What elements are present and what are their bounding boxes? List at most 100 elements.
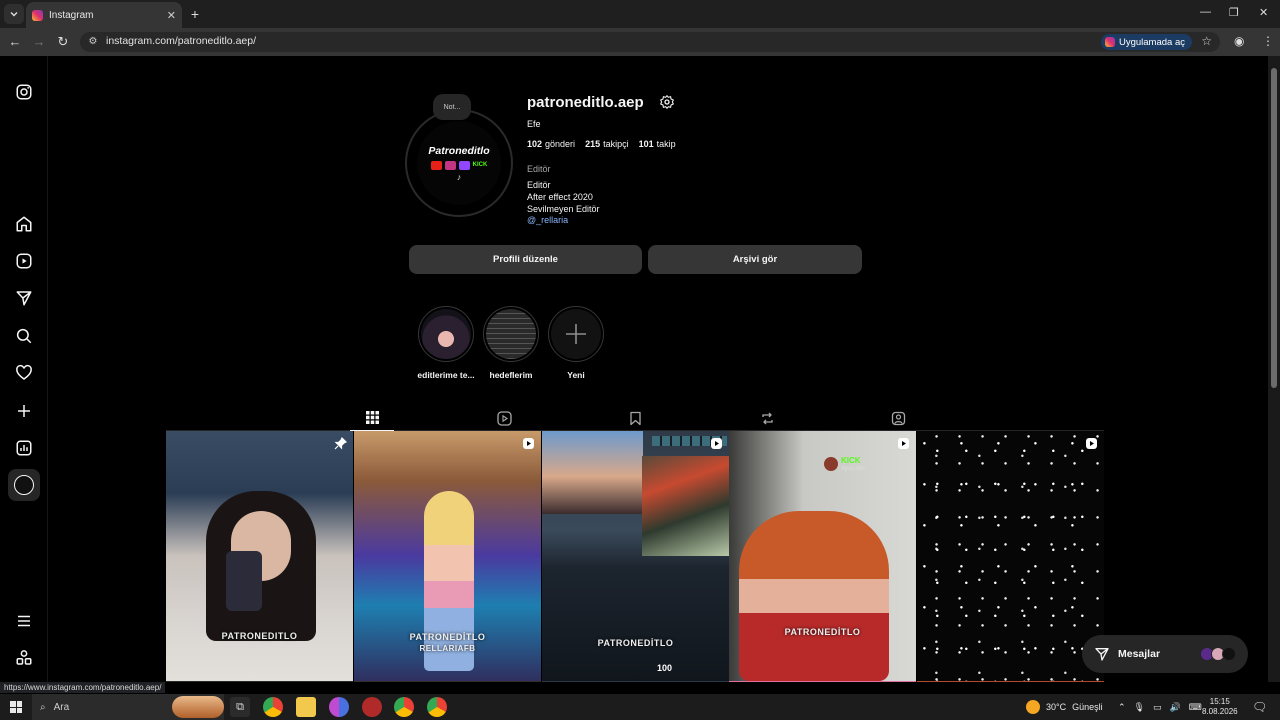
windows-start-icon[interactable] [10, 701, 22, 713]
tagged-user-icon [891, 411, 905, 425]
minimize-icon[interactable]: — [1200, 6, 1211, 18]
tab-posts-grid[interactable] [350, 405, 394, 431]
grid-post[interactable] [166, 681, 353, 682]
search-icon: ⌕ [40, 701, 46, 713]
direct-send-icon[interactable] [12, 286, 36, 310]
profile-account-icon[interactable]: ◉ [1234, 34, 1244, 48]
kick-badge: KICK [841, 456, 861, 465]
browser-tab-bar: Instagram ✕ + — ❐ ✕ [0, 0, 1280, 28]
chrome-icon[interactable] [427, 697, 447, 717]
reels-icon[interactable] [12, 249, 36, 273]
dashboard-icon[interactable] [12, 436, 36, 460]
profile-full-name: Efe [527, 119, 541, 129]
plus-icon [551, 309, 601, 359]
tile-caption: PATRONEDİTLO [784, 627, 861, 637]
open-in-app-button[interactable]: Uygulamada aç [1100, 34, 1192, 50]
clock[interactable]: 15:15 8.08.2026 [1202, 694, 1238, 720]
keyboard-icon[interactable]: ⌨ [1189, 702, 1202, 713]
chevron-up-icon[interactable]: ⌃ [1118, 702, 1126, 713]
instagram-icon [1104, 37, 1115, 47]
scrollbar-thumb[interactable] [1271, 68, 1277, 388]
site-settings-icon[interactable]: ⚙ [86, 35, 100, 49]
tiktok-icon: ♪ [456, 171, 462, 182]
create-plus-icon[interactable] [12, 399, 36, 423]
edit-profile-button[interactable]: Profili düzenle [409, 245, 642, 274]
instagram-page: Patroneditlo KICK ♪ Not... patroneditlo.… [0, 56, 1268, 682]
highlight-ring [418, 306, 474, 362]
back-arrow-icon[interactable]: ← [7, 34, 23, 50]
new-highlight-button[interactable]: Yeni [547, 306, 605, 380]
reload-icon[interactable]: ↻ [55, 34, 71, 50]
tab-title: Instagram [49, 9, 94, 21]
note-text: Not... [443, 103, 461, 111]
settings-gear-icon[interactable] [659, 94, 675, 110]
page-scrollbar[interactable] [1268, 56, 1280, 682]
grid-post[interactable]: PATRONEDITLO [166, 431, 353, 681]
also-from-meta-icon[interactable] [12, 646, 36, 670]
notification-icon[interactable]: 🗨 [1252, 694, 1267, 720]
bio-line: Sevilmeyen Editör [527, 204, 600, 214]
kebab-menu-icon[interactable]: ⋮ [1262, 34, 1274, 48]
tab-search-menu[interactable] [4, 4, 24, 24]
highlight-item[interactable]: hedeflerim [482, 306, 540, 380]
highlight-thumbnail [486, 309, 536, 359]
tab-saved[interactable] [613, 405, 657, 431]
profile-avatar[interactable]: Patroneditlo KICK ♪ [405, 109, 513, 217]
restore-icon[interactable]: ❐ [1229, 6, 1239, 19]
microphone-icon[interactable]: 🎙 [1134, 702, 1145, 713]
grid-post[interactable]: PATRONEDİTLO RELLARIAFB [354, 431, 541, 681]
tile-caption: PATRONEDİTLO [597, 638, 674, 648]
reel-icon [523, 438, 534, 449]
tile-caption: PATRONEDITLO [221, 631, 298, 641]
bio-mention-link[interactable]: @_rellaria [527, 215, 568, 225]
view-archive-button[interactable]: Arşivi gör [648, 245, 862, 274]
grid-post[interactable] [917, 681, 1104, 682]
new-tab-button[interactable]: + [188, 4, 202, 24]
status-bar-url: https://www.instagram.com/patroneditlo.a… [0, 682, 166, 693]
weather-widget[interactable]: 30°C Güneşli [1026, 694, 1103, 720]
volume-icon[interactable]: 🔊 [1170, 702, 1181, 713]
browser-tab-instagram[interactable]: Instagram ✕ [26, 2, 182, 28]
url-text[interactable]: instagram.com/patroneditlo.aep/ [106, 35, 256, 47]
grid-post[interactable] [354, 681, 541, 682]
windows-taskbar: ⌕ Ara ⧉ 30°C Güneşli ⌃ 🎙 ▭ 🔊 ⌨ 15:15 8.0… [0, 694, 1280, 720]
grid-post[interactable] [729, 681, 916, 682]
avatar [1222, 647, 1236, 661]
kick-label: KICK [472, 162, 488, 168]
grid-post[interactable] [917, 431, 1104, 681]
window-close-icon[interactable]: ✕ [1259, 6, 1268, 19]
chrome-profile-icon[interactable] [329, 697, 349, 717]
forward-arrow-icon[interactable]: → [31, 34, 47, 50]
network-icon[interactable]: ▭ [1153, 702, 1162, 713]
followers-stat[interactable]: 215 takipçi [585, 139, 629, 149]
following-stat[interactable]: 101 takip [639, 139, 676, 149]
chrome-icon[interactable] [263, 697, 283, 717]
tab-close-icon[interactable]: ✕ [167, 9, 176, 22]
messages-button[interactable]: Mesajlar [1082, 635, 1248, 673]
taskbar-search[interactable]: ⌕ Ara [32, 694, 224, 720]
chrome-icon[interactable] [394, 697, 414, 717]
tab-reels[interactable] [482, 405, 526, 431]
hamburger-menu-icon[interactable] [12, 609, 36, 633]
search-icon[interactable] [12, 324, 36, 348]
highlight-item[interactable]: editlerime te... [417, 306, 475, 380]
task-view-icon[interactable]: ⧉ [230, 697, 250, 717]
heart-icon[interactable] [12, 361, 36, 385]
bookmark-star-icon[interactable]: ☆ [1201, 34, 1212, 48]
highlight-ring [483, 306, 539, 362]
omnibox[interactable]: ⚙ instagram.com/patroneditlo.aep/ Uygula… [80, 32, 1220, 52]
grid-post[interactable]: KICK Aysu.Alo PATRONEDİTLO [729, 431, 916, 681]
note-bubble[interactable]: Not... [433, 94, 471, 120]
post-image [226, 551, 262, 611]
grid-post[interactable] [542, 681, 729, 682]
weather-temp: 30°C [1046, 702, 1067, 712]
instagram-logo-icon[interactable] [12, 80, 36, 104]
app-icon[interactable] [362, 697, 382, 717]
file-explorer-icon[interactable] [296, 697, 316, 717]
home-icon[interactable] [12, 212, 36, 236]
reels-icon [496, 410, 512, 426]
profile-nav-button[interactable] [8, 469, 40, 501]
tab-tagged[interactable] [876, 405, 920, 431]
grid-post[interactable]: PATRONEDİTLO 100 [542, 431, 729, 681]
tab-reposts[interactable] [745, 405, 789, 431]
